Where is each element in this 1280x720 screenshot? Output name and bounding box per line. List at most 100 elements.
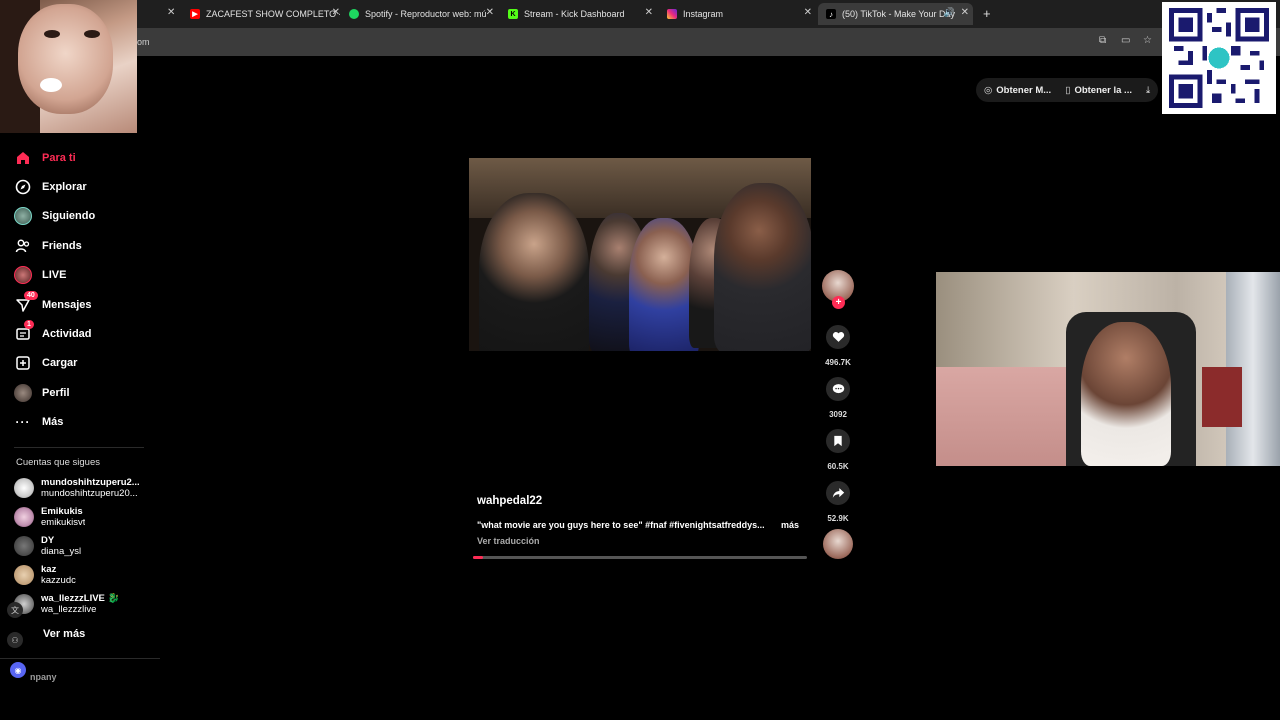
close-tab-icon[interactable]: ✕ (486, 7, 494, 18)
avatar (14, 478, 34, 498)
following-account[interactable]: kaz kazzudc (14, 561, 154, 589)
account-name: DY (41, 535, 55, 546)
avatar (14, 565, 34, 585)
save-button[interactable] (826, 429, 850, 453)
close-tab-icon[interactable]: ✕ (332, 7, 340, 18)
close-tab-icon[interactable]: ✕ (645, 7, 653, 18)
divider (14, 447, 144, 448)
following-account[interactable]: mundoshihtzuperu2... mundoshihtzuperu20.… (14, 474, 154, 502)
tab-title: Stream - Kick Dashboard (524, 9, 625, 19)
browser-tab-bar: ✕ ▶ ZACAFEST SHOW COMPLETO - ✕ Spotify -… (0, 0, 1280, 28)
account-handle: kazzudc (41, 575, 76, 586)
avatar (14, 536, 34, 556)
sidebar-item-para-ti[interactable]: Para ti (14, 147, 154, 169)
qr-code (1162, 2, 1276, 114)
controller-float-icon[interactable]: ⚇ (7, 632, 23, 648)
tab-tiktok[interactable]: ♪ (50) TikTok - Make Your Day 🔊 ✕ (818, 3, 973, 25)
friends-icon (14, 237, 32, 255)
follow-plus-button[interactable]: + (832, 296, 845, 309)
sidebar-item-cargar[interactable]: Cargar (14, 352, 154, 374)
sidebar-item-label: Mensajes (42, 299, 92, 311)
video-progress-bar[interactable] (473, 556, 807, 559)
caption-more-button[interactable]: más (781, 520, 799, 530)
following-account[interactable]: Emikukis emikukisvt (14, 503, 154, 531)
avatar (14, 507, 34, 527)
sidebar-item-actividad[interactable]: 1 Actividad (14, 320, 154, 345)
divider (0, 658, 160, 659)
following-account[interactable]: DY diana_ysl (14, 532, 154, 560)
sidebar-item-label: Friends (42, 240, 82, 252)
video-progress-fill (473, 556, 484, 559)
new-tab-button[interactable]: + (983, 6, 991, 21)
sidebar-item-label: Para ti (42, 152, 76, 164)
tiktok-icon: ♪ (826, 9, 836, 19)
sidebar-item-label: Siguiendo (42, 210, 96, 222)
cast-icon[interactable]: ▭ (1121, 35, 1130, 46)
tab-youtube[interactable]: ▶ ZACAFEST SHOW COMPLETO - ✕ (190, 3, 340, 25)
sidebar-item-explorar[interactable]: Explorar (14, 176, 154, 198)
close-tab-icon[interactable]: ✕ (961, 7, 969, 18)
comment-icon (832, 384, 844, 394)
sidebar-item-live[interactable]: LIVE (14, 264, 154, 286)
upload-icon (14, 354, 32, 372)
sidebar-item-label: LIVE (42, 269, 67, 281)
see-more-link[interactable]: Ver más (43, 628, 85, 640)
sidebar-item-label: Explorar (42, 181, 87, 193)
share-count: 52.9K (827, 514, 849, 523)
sidebar-item-siguiendo[interactable]: Siguiendo (14, 205, 154, 227)
webcam-overlay-right (936, 272, 1280, 466)
tab-title: ZACAFEST SHOW COMPLETO - (206, 9, 340, 19)
download-icon[interactable]: ⤓ (1146, 85, 1150, 96)
url-text: om (137, 37, 150, 47)
account-name: kaz (41, 564, 57, 575)
account-handle: emikukisvt (41, 517, 86, 528)
sidebar-item-mas[interactable]: ··· Más (14, 411, 154, 433)
sidebar-item-mensajes[interactable]: 40 Mensajes (14, 291, 154, 316)
compass-icon (14, 178, 32, 196)
youtube-icon: ▶ (190, 9, 200, 19)
get-app-button[interactable]: ▯ Obtener la ... (1065, 85, 1132, 96)
share-button[interactable] (826, 481, 850, 505)
sidebar-item-label: Cargar (42, 357, 78, 369)
tab-spotify[interactable]: Spotify - Reproductor web: mú ✕ (349, 3, 494, 25)
share-icon (832, 488, 844, 498)
save-count: 60.5K (827, 462, 849, 471)
account-handle: diana_ysl (41, 546, 82, 557)
address-bar[interactable]: om ⧉ ▭ ☆ (0, 28, 1280, 56)
translate-icon[interactable]: ⧉ (1099, 35, 1106, 46)
tab-instagram[interactable]: Instagram ✕ (667, 3, 812, 25)
bookmark-icon (834, 435, 842, 447)
star-icon[interactable]: ☆ (1143, 35, 1152, 46)
post-author[interactable]: wahpedal22 (477, 495, 542, 507)
music-disc[interactable] (823, 529, 853, 559)
phone-icon: ▯ (1065, 84, 1071, 96)
following-section-title: Cuentas que sigues (16, 457, 100, 468)
more-icon: ··· (15, 415, 31, 429)
home-icon (14, 149, 32, 167)
kick-icon: K (508, 9, 518, 19)
sidebar-item-perfil[interactable]: Perfil (14, 382, 154, 404)
following-avatar-icon (14, 207, 32, 225)
video-player[interactable] (469, 158, 811, 351)
get-coins-button[interactable]: ◎ Obtener M... (984, 85, 1051, 96)
sidebar-item-label: Más (42, 416, 64, 428)
like-count: 496.7K (825, 358, 851, 367)
discord-icon[interactable]: ◉ (10, 662, 26, 678)
notification-badge: 40 (24, 291, 38, 300)
following-account[interactable]: wa_llezzzLIVE 🐉 wa_llezzzlive (14, 590, 154, 618)
webcam-overlay-top (0, 0, 137, 133)
tab-kick[interactable]: K Stream - Kick Dashboard ✕ (508, 3, 653, 25)
speaker-icon[interactable]: 🔊 (944, 7, 955, 18)
like-button[interactable] (826, 325, 850, 349)
see-translation-link[interactable]: Ver traducción (477, 536, 540, 546)
sidebar-item-friends[interactable]: Friends (14, 235, 154, 257)
close-tab-icon[interactable]: ✕ (167, 7, 175, 18)
translate-float-icon[interactable]: 文 (7, 602, 23, 618)
microphone (40, 78, 62, 92)
send-icon: 40 (14, 291, 38, 314)
post-caption: "what movie are you guys here to see" #f… (477, 520, 765, 530)
coin-icon: ◎ (984, 84, 993, 96)
footer-company-link[interactable]: npany (30, 672, 57, 682)
comment-button[interactable] (826, 377, 850, 401)
close-tab-icon[interactable]: ✕ (804, 7, 812, 18)
